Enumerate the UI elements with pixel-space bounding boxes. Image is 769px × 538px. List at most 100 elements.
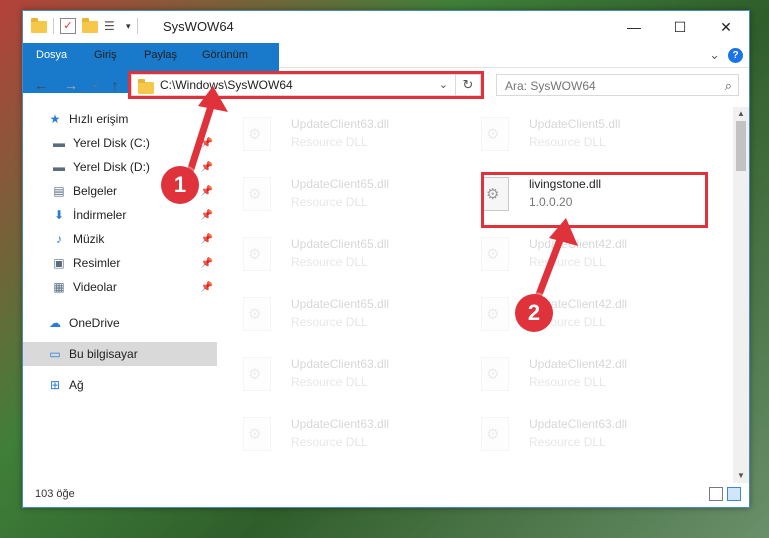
dll-file-icon: ⚙	[243, 297, 271, 331]
address-bar[interactable]: C:\Windows\SysWOW64 ⌄ ↻	[131, 74, 481, 96]
sidebar-item-pictures[interactable]: ▣ Resimler 📌	[23, 251, 217, 275]
dll-file-icon: ⚙	[243, 357, 271, 391]
customize-chevron-icon[interactable]: ▾	[126, 21, 131, 32]
sidebar-item-this-pc[interactable]: ▭ Bu bilgisayar	[23, 342, 217, 366]
pin-icon[interactable]: 📌	[201, 186, 213, 197]
address-dropdown-chevron-icon[interactable]: ⌄	[439, 78, 448, 91]
scroll-up-icon[interactable]: ▲	[733, 107, 749, 121]
details-view-icon[interactable]	[709, 487, 723, 501]
dll-file-icon: ⚙	[481, 417, 509, 451]
scrollbar-thumb[interactable]	[736, 121, 746, 171]
file-item[interactable]: ⚙ UpdateClient42.dll Resource DLL	[471, 351, 701, 401]
videos-icon: ▦	[53, 280, 65, 294]
file-description: Resource DLL	[291, 195, 368, 209]
sidebar-item-videos[interactable]: ▦ Videolar 📌	[23, 275, 217, 299]
file-description: Resource DLL	[291, 435, 368, 449]
vertical-scrollbar[interactable]: ▲ ▼	[733, 107, 749, 483]
pin-icon[interactable]: 📌	[201, 162, 213, 173]
file-item[interactable]: ⚙ UpdateClient65.dll Resource DLL	[233, 171, 463, 221]
file-item[interactable]: ⚙ UpdateClient63.dll Resource DLL	[233, 351, 463, 401]
close-button[interactable]: ✕	[703, 11, 749, 43]
minimize-button[interactable]: —	[611, 11, 657, 43]
help-button[interactable]: ?	[728, 47, 743, 63]
dll-file-icon: ⚙	[243, 237, 271, 271]
star-icon: ★	[49, 112, 61, 126]
file-item[interactable]: ⚙ UpdateClient63.dll Resource DLL	[233, 111, 463, 161]
dll-file-icon: ⚙	[243, 117, 271, 151]
large-icons-view-icon[interactable]	[727, 487, 741, 501]
sidebar-item-label: İndirmeler	[73, 208, 127, 222]
file-item[interactable]: ⚙ UpdateClient63.dll Resource DLL	[471, 411, 701, 461]
file-name: UpdateClient42.dll	[529, 237, 628, 251]
sidebar-item-label: Belgeler	[73, 184, 118, 198]
pin-icon[interactable]: 📌	[201, 138, 213, 149]
sidebar-item-network[interactable]: ⊞ Ağ	[23, 373, 217, 397]
pin-icon[interactable]: 📌	[201, 210, 213, 221]
quick-access-toolbar: ✓ ☰ ▾	[31, 18, 138, 34]
gear-icon: ⚙	[248, 306, 262, 323]
sidebar-item-label: Videolar	[73, 280, 117, 294]
documents-icon: ▤	[53, 184, 65, 198]
search-box[interactable]: ⌕	[496, 74, 739, 96]
pin-icon[interactable]: 📌	[201, 234, 213, 245]
drive-icon: ▬	[53, 136, 65, 150]
gear-icon: ⚙	[486, 246, 500, 263]
tab-home[interactable]: Giriş	[81, 43, 130, 67]
gear-icon: ⚙	[248, 126, 262, 143]
scroll-down-icon[interactable]: ▼	[733, 469, 749, 483]
expand-ribbon-chevron-icon[interactable]: ⌄	[709, 47, 720, 63]
gear-icon: ⚙	[248, 426, 262, 443]
file-item[interactable]: ⚙ UpdateClient65.dll Resource DLL	[233, 291, 463, 341]
explorer-window: ✓ ☰ ▾ SysWOW64 — ☐ ✕ Dosya Giriş Paylaş …	[22, 10, 750, 508]
window-title: SysWOW64	[163, 19, 234, 34]
forward-button[interactable]: →	[63, 77, 79, 93]
sidebar-item-label: OneDrive	[69, 316, 120, 330]
back-button[interactable]: ←	[33, 77, 49, 93]
sidebar-item-onedrive[interactable]: ☁ OneDrive	[23, 311, 217, 335]
sidebar-item-quick-access[interactable]: ★ Hızlı erişim	[23, 107, 217, 131]
file-item[interactable]: ⚙ UpdateClient63.dll Resource DLL	[233, 411, 463, 461]
pin-icon[interactable]: 📌	[201, 282, 213, 293]
recent-locations-button[interactable]: ⌄	[87, 77, 103, 93]
status-bar: 103 öğe	[23, 483, 749, 507]
refresh-button[interactable]: ↻	[455, 75, 480, 95]
annotation-step-1: 1	[161, 166, 199, 204]
file-item[interactable]: ⚙ UpdateClient5.dll Resource DLL	[471, 111, 701, 161]
maximize-button[interactable]: ☐	[657, 11, 703, 43]
view-menu-icon[interactable]: ☰	[104, 18, 120, 34]
file-name: UpdateClient65.dll	[291, 237, 390, 251]
toolbar-divider	[53, 18, 54, 34]
annotation-step-2: 2	[515, 294, 553, 332]
sidebar-item-label: Hızlı erişim	[69, 112, 129, 126]
file-description: Resource DLL	[529, 375, 606, 389]
file-item[interactable]: ⚙ UpdateClient65.dll Resource DLL	[233, 231, 463, 281]
tab-share[interactable]: Paylaş	[131, 43, 190, 67]
dll-file-icon: ⚙	[481, 237, 509, 271]
sidebar-item-local-disk-c[interactable]: ▬ Yerel Disk (C:) 📌	[23, 131, 217, 155]
item-count: 103 öğe	[35, 488, 75, 500]
properties-icon[interactable]: ✓	[60, 18, 76, 34]
file-item[interactable]: ⚙ UpdateClient42.dll Resource DLL	[471, 231, 701, 281]
search-input[interactable]	[503, 78, 707, 94]
search-icon[interactable]: ⌕	[725, 78, 732, 94]
sidebar-item-music[interactable]: ♪ Müzik 📌	[23, 227, 217, 251]
file-name: UpdateClient65.dll	[291, 177, 390, 191]
file-name: UpdateClient63.dll	[291, 357, 390, 371]
navigation-pane: ★ Hızlı erişim ▬ Yerel Disk (C:) 📌 ▬ Yer…	[23, 107, 217, 483]
up-button[interactable]: ↑	[107, 77, 123, 93]
address-path[interactable]: C:\Windows\SysWOW64	[160, 78, 293, 92]
file-item-livingstone[interactable]: ⚙ livingstone.dll 1.0.0.20	[471, 171, 701, 221]
file-version: 1.0.0.20	[529, 195, 573, 209]
file-description: Resource DLL	[291, 255, 368, 269]
tab-view[interactable]: Görünüm	[189, 43, 261, 67]
sidebar-item-downloads[interactable]: ⬇ İndirmeler 📌	[23, 203, 217, 227]
sidebar-item-label: Müzik	[73, 232, 105, 246]
gear-icon: ⚙	[486, 306, 500, 323]
file-description: Resource DLL	[529, 135, 606, 149]
pin-icon[interactable]: 📌	[201, 258, 213, 269]
gear-icon: ⚙	[486, 426, 500, 443]
file-item[interactable]: ⚙ UpdateClient42.dll Resource DLL	[471, 291, 701, 341]
new-folder-icon[interactable]	[82, 18, 98, 33]
dll-file-icon: ⚙	[481, 357, 509, 391]
cloud-icon: ☁	[49, 316, 61, 330]
